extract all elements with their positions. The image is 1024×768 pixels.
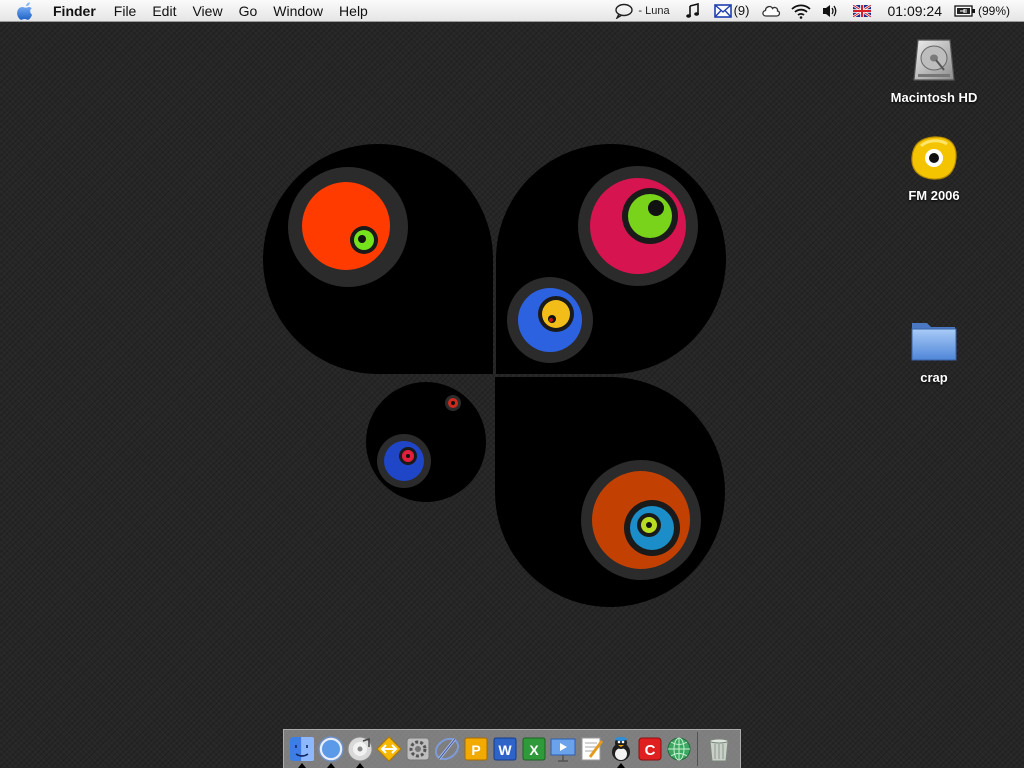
menu-view[interactable]: View [184,0,230,22]
uk-flag-icon [853,4,872,17]
chat-status-menu[interactable]: - Luna [614,3,670,19]
dock-finder[interactable] [287,732,316,768]
menu-edit[interactable]: Edit [144,0,184,22]
dock: P W X C [283,729,741,768]
dock-powerpoint[interactable]: P [461,732,490,766]
dock-trash[interactable] [704,732,733,766]
speech-bubble-icon [615,3,634,19]
safari-icon [317,736,344,762]
running-indicator [355,763,364,768]
menu-go[interactable]: Go [231,0,266,22]
svg-text:W: W [498,742,512,758]
desktop-icon-crap[interactable]: crap [884,314,984,385]
wallpaper-art [263,144,726,607]
dock-network-app[interactable] [664,732,693,766]
battery-percent: (99%) [977,3,1010,18]
menu-window[interactable]: Window [265,0,331,22]
volume-menu[interactable] [821,3,839,19]
dock-keynote[interactable] [548,732,577,766]
running-indicator [297,763,306,768]
chat-status-text: - Luna [638,4,670,17]
menu-bar: Finder File Edit View Go Window Help - L… [0,0,1024,22]
battery-icon [954,4,975,17]
running-indicator [326,763,335,768]
dock-app-c[interactable]: C [635,732,664,766]
adium-icon [611,737,630,761]
system-preferences-icon [406,737,429,761]
menubar-clock[interactable]: 01:09:24 [887,3,942,19]
running-indicator [616,763,625,768]
apple-menu-icon[interactable] [17,1,35,20]
music-menu[interactable] [685,2,700,19]
sync-menu[interactable] [761,3,781,19]
dock-xcode[interactable] [432,732,461,766]
volume-icon [823,4,837,17]
dock-word[interactable]: W [490,732,519,766]
desktop-icon-fm-2006[interactable]: FM 2006 [884,132,984,203]
menu-file[interactable]: File [106,0,145,22]
excel-icon: X [522,737,545,761]
dock-itunes[interactable] [345,732,374,768]
app-menu-finder[interactable]: Finder [45,0,104,22]
battery-menu[interactable]: (99%) [954,4,1010,18]
folder-icon [908,314,960,366]
desktop-icon-label: crap [920,370,948,385]
cloud-icon [762,5,781,17]
svg-text:X: X [529,742,539,758]
mail-count: (9) [733,3,750,18]
svg-text:P: P [471,742,480,758]
desktop-icon-label: Macintosh HD [890,90,978,105]
mail-menu[interactable]: (9) [713,3,750,18]
hard-drive-icon [908,34,960,86]
airport-menu[interactable] [791,3,812,19]
dock-textedit[interactable] [577,732,606,766]
dock-safari[interactable] [316,732,345,768]
transmit-icon [375,736,402,762]
dock-excel[interactable]: X [519,732,548,766]
xcode-icon [434,737,459,761]
desktop-icon-macintosh-hd[interactable]: Macintosh HD [884,34,984,105]
app-c-icon: C [638,737,661,761]
itunes-icon [347,736,372,762]
textedit-icon [581,737,603,761]
powerpoint-icon: P [464,737,487,761]
dock-separator [697,732,698,766]
music-note-icon [685,2,699,18]
svg-text:C: C [644,742,655,759]
keynote-icon [550,738,575,762]
menu-extras: - Luna (9) 01:09:24 (99%) [604,0,1024,22]
dock-system-preferences[interactable] [403,732,432,766]
input-menu[interactable] [853,4,872,17]
wifi-icon [791,4,812,19]
menu-help[interactable]: Help [331,0,376,22]
dock-adium[interactable] [606,732,635,768]
finder-icon [289,737,314,761]
desktop-icon-label: FM 2006 [908,188,960,203]
dock-transmit[interactable] [374,732,403,766]
globe-icon [667,737,690,761]
fm-disk-icon [908,132,960,184]
word-icon: W [493,737,516,761]
mail-icon [713,3,732,18]
trash-icon [708,738,729,762]
